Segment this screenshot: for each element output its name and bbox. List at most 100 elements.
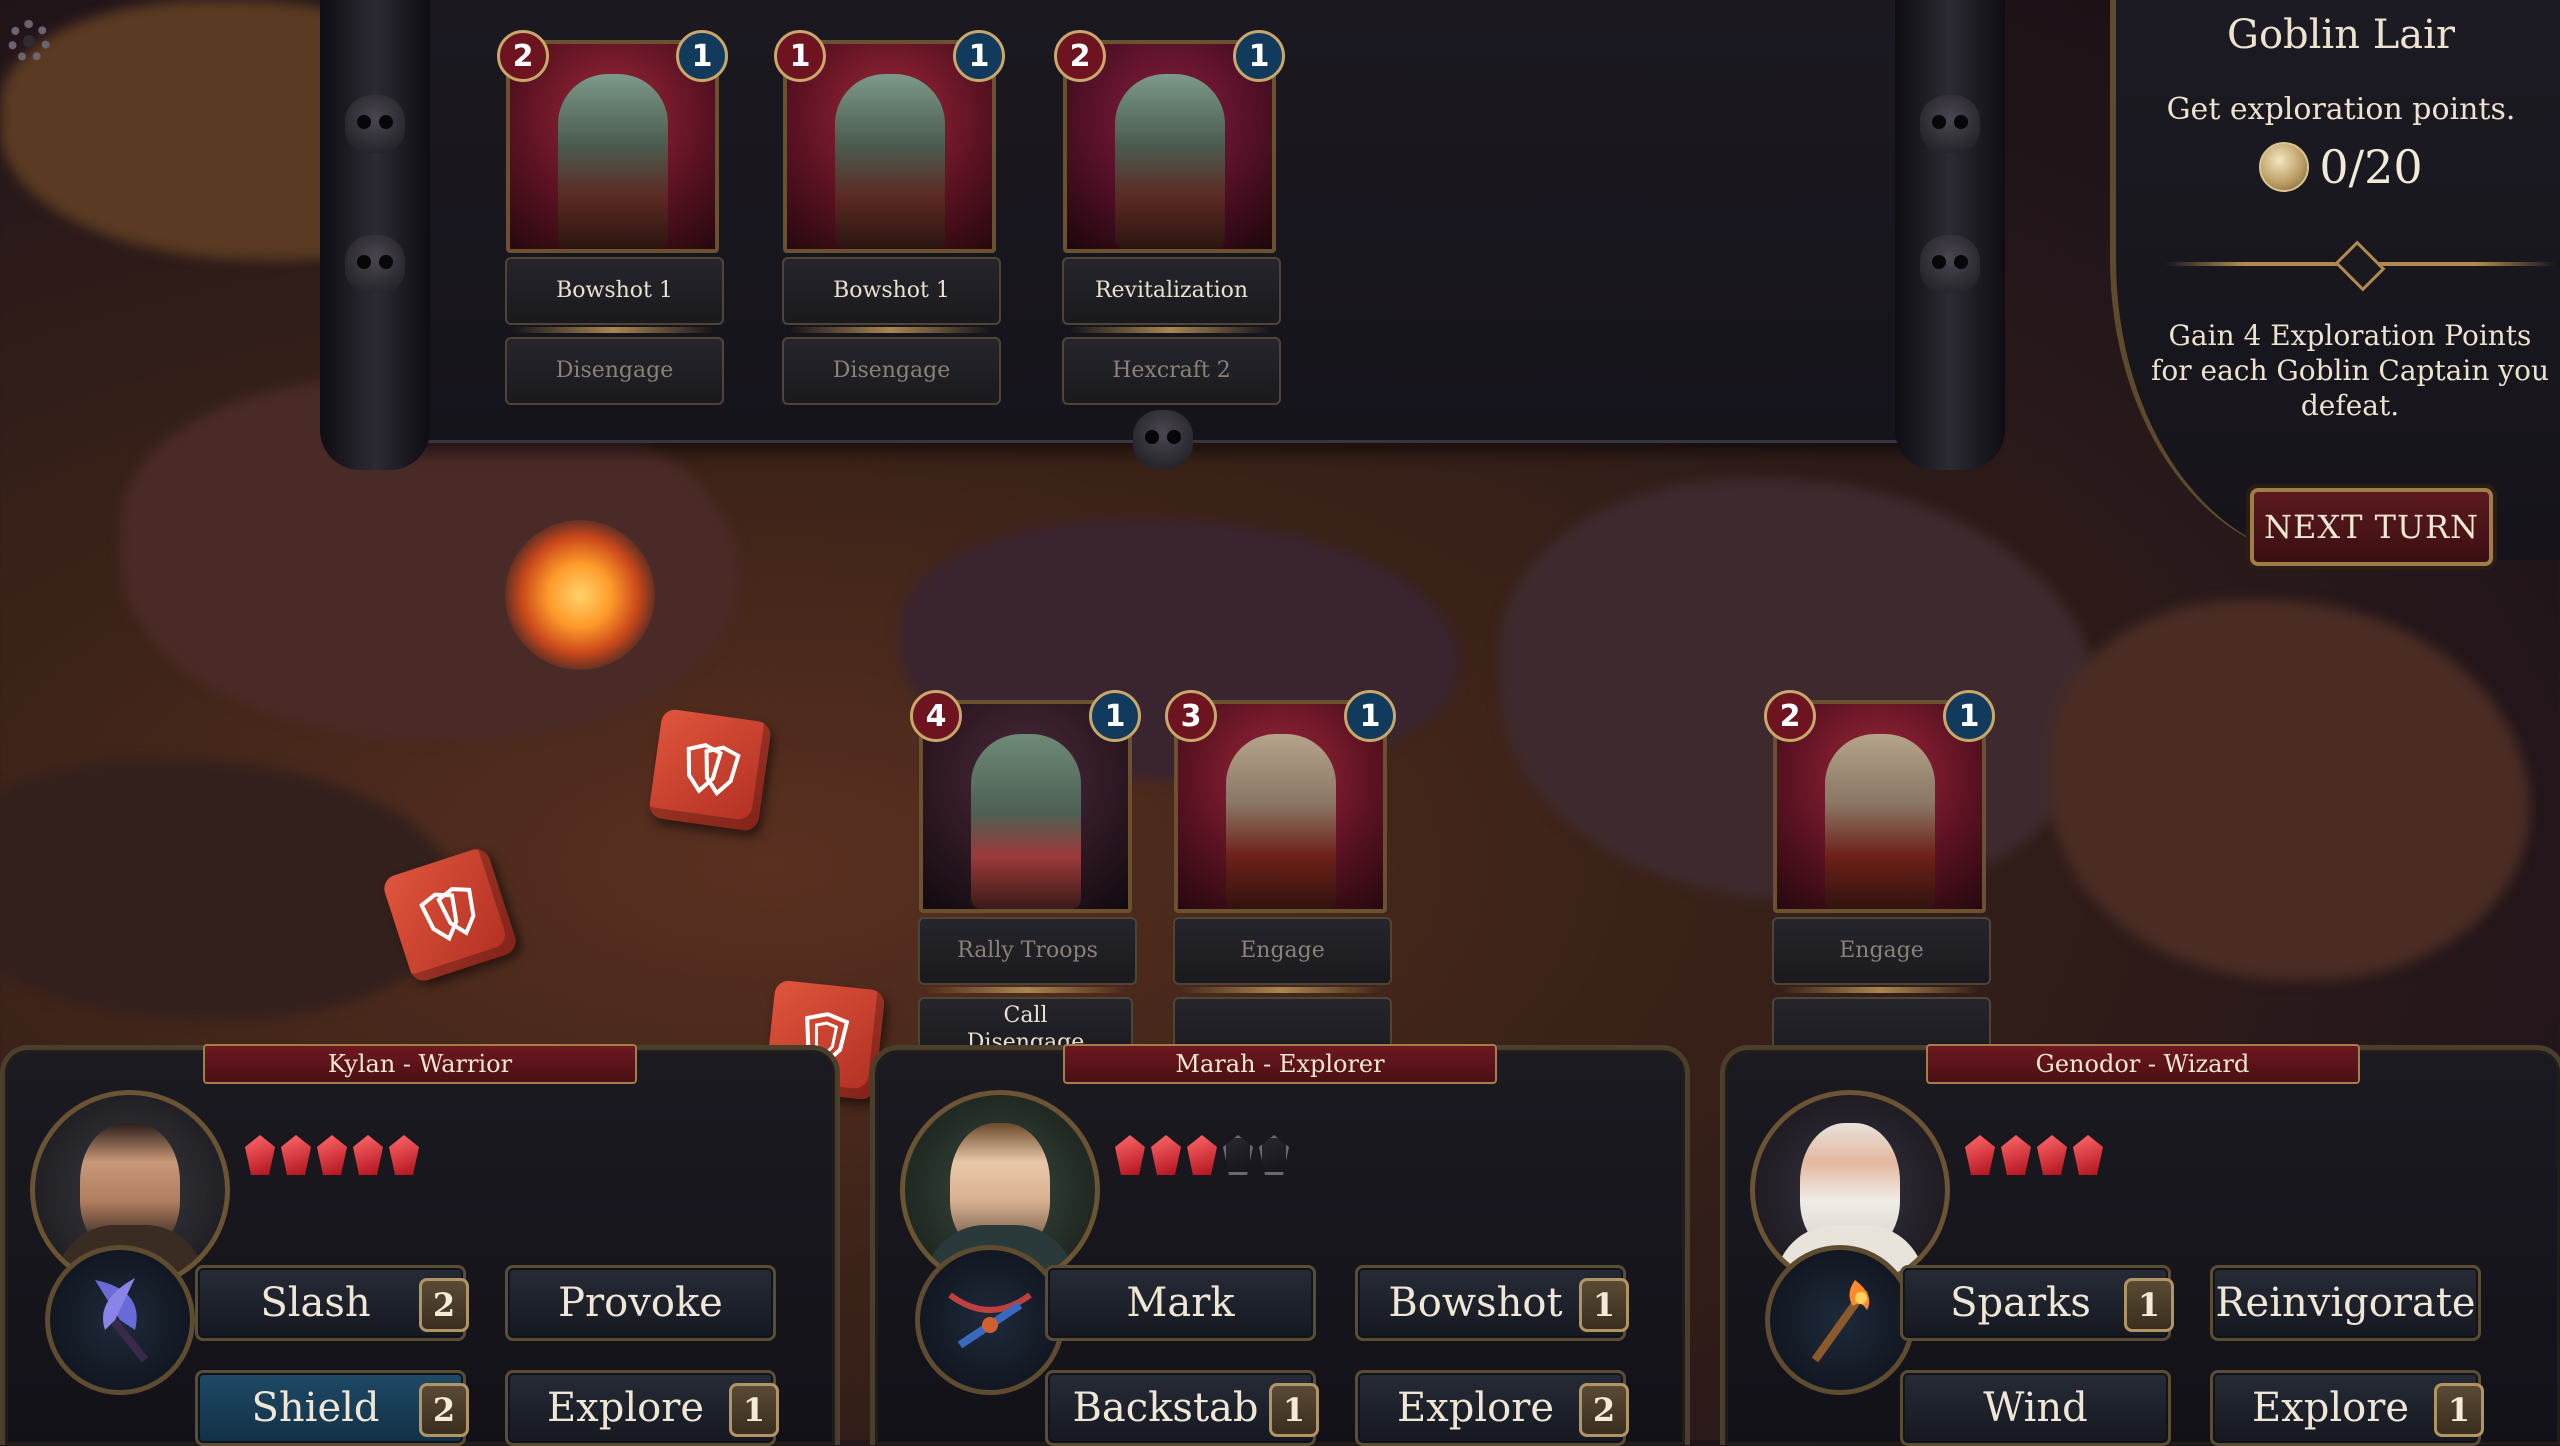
ability-explore-button[interactable]: Explore 2 — [1355, 1370, 1629, 1446]
engaged-enemy-card[interactable]: 3 1 Engage — [1165, 690, 1396, 1065]
health-bar — [245, 1135, 419, 1175]
ability-slash-button[interactable]: Slash 2 — [195, 1265, 469, 1341]
heart-icon — [2073, 1135, 2103, 1175]
skull-ornament — [1133, 410, 1193, 468]
skull-ornament — [1920, 235, 1980, 293]
ability-label: Provoke — [558, 1280, 723, 1326]
ability-label: Slash — [260, 1280, 371, 1326]
hero-panel-kylan: Kylan - Warrior Slash 2 Provoke Shield 2… — [0, 1044, 840, 1446]
axe-icon[interactable] — [45, 1245, 195, 1395]
empty-heart-icon — [1259, 1135, 1289, 1175]
engaged-enemy-card[interactable]: 2 1 Engage — [1764, 690, 1995, 1065]
heart-icon — [1965, 1135, 1995, 1175]
ability-cost: 1 — [729, 1383, 779, 1437]
ability-sparks-button[interactable]: Sparks 1 — [1900, 1265, 2174, 1341]
scenario-description: Gain 4 Exploration Points for each Gobli… — [2151, 319, 2549, 422]
enemy-card[interactable]: 1 1 Bowshot 1 Disengage — [774, 30, 1005, 405]
ability-cost: 2 — [1579, 1383, 1629, 1437]
scenario-title: Goblin Lair — [2226, 12, 2456, 58]
defense-badge: 1 — [1344, 690, 1396, 742]
ability-wind-button[interactable]: Wind — [1900, 1370, 2171, 1446]
skull-ornament — [1920, 95, 1980, 153]
ability-label: Bowshot — [1388, 1280, 1563, 1326]
heart-icon — [1115, 1135, 1145, 1175]
ability-cost: 1 — [2434, 1383, 2484, 1437]
hero-name: Kylan - Warrior — [203, 1044, 637, 1084]
enemy-action: Engage — [1772, 917, 1991, 985]
defense-badge: 1 — [1089, 690, 1141, 742]
settings-gear-icon[interactable] — [8, 20, 50, 62]
enemy-action: Engage — [1173, 917, 1392, 985]
ability-cost: 1 — [1579, 1278, 1629, 1332]
attack-badge: 2 — [1764, 690, 1816, 742]
enemy-action: Revitalization — [1062, 257, 1281, 325]
defense-badge: 1 — [953, 30, 1005, 82]
ability-bowshot-button[interactable]: Bowshot 1 — [1355, 1265, 1629, 1341]
enemy-action: Rally Troops — [918, 917, 1137, 985]
campfire — [505, 520, 655, 670]
enemy-card[interactable]: 2 1 Revitalization Hexcraft 2 — [1054, 30, 1285, 405]
attack-badge: 4 — [910, 690, 962, 742]
heart-icon — [1187, 1135, 1217, 1175]
exploration-progress: 0/20 — [2319, 140, 2423, 194]
ability-mark-button[interactable]: Mark — [1045, 1265, 1316, 1341]
ability-shield-button[interactable]: Shield 2 — [195, 1370, 469, 1446]
ability-explore-button[interactable]: Explore 1 — [505, 1370, 779, 1446]
double-shield-icon — [686, 743, 741, 797]
exploration-counter: 0/20 — [2116, 140, 2560, 194]
skull-ornament — [345, 95, 405, 153]
heart-icon — [389, 1135, 419, 1175]
ability-label: Explore — [1396, 1385, 1555, 1431]
enemy-card[interactable]: 2 1 Bowshot 1 Disengage — [497, 30, 728, 405]
defense-badge: 1 — [676, 30, 728, 82]
fire-staff-icon[interactable] — [1765, 1245, 1915, 1395]
ability-cost: 1 — [2124, 1278, 2174, 1332]
enemy-next-action: Disengage — [782, 337, 1001, 405]
engaged-enemy-card[interactable]: 4 1 Rally Troops Call Disengage — [910, 690, 1141, 1061]
die-double-shield[interactable] — [647, 707, 773, 833]
ability-label: Backstab — [1072, 1385, 1259, 1431]
ability-cost: 2 — [419, 1278, 469, 1332]
next-turn-button[interactable]: NEXT TURN — [2250, 488, 2493, 566]
ability-cost: 2 — [419, 1383, 469, 1437]
ability-reinvigorate-button[interactable]: Reinvigorate — [2210, 1265, 2481, 1341]
attack-badge: 2 — [497, 30, 549, 82]
heart-icon — [245, 1135, 275, 1175]
ability-label: Explore — [2251, 1385, 2410, 1431]
enemy-action: Bowshot 1 — [782, 257, 1001, 325]
hero-name: Marah - Explorer — [1063, 1044, 1497, 1084]
hero-panel-marah: Marah - Explorer Mark Bowshot 1 Backstab… — [870, 1044, 1690, 1446]
heart-icon — [281, 1135, 311, 1175]
objective-panel: Goblin Lair Get exploration points. 0/20 — [2110, 0, 2560, 560]
skull-ornament — [345, 235, 405, 293]
ability-cost: 1 — [1269, 1383, 1319, 1437]
ability-label: Explore — [546, 1385, 705, 1431]
ability-provoke-button[interactable]: Provoke — [505, 1265, 776, 1341]
attack-badge: 1 — [774, 30, 826, 82]
defense-badge: 1 — [1233, 30, 1285, 82]
health-bar — [1965, 1135, 2103, 1175]
enemy-action: Bowshot 1 — [505, 257, 724, 325]
enemy-next-action: Disengage — [505, 337, 724, 405]
heart-icon — [2037, 1135, 2067, 1175]
defense-badge: 1 — [1943, 690, 1995, 742]
ability-label: Reinvigorate — [2215, 1280, 2476, 1326]
heart-icon — [2001, 1135, 2031, 1175]
exploration-coin-icon — [2259, 142, 2310, 192]
ability-explore-button[interactable]: Explore 1 — [2210, 1370, 2484, 1446]
enemy-next-action: Hexcraft 2 — [1062, 337, 1281, 405]
double-shield-icon — [419, 887, 476, 942]
hero-panel-genodor: Genodor - Wizard Sparks 1 Reinvigorate W… — [1720, 1044, 2560, 1446]
hero-name: Genodor - Wizard — [1925, 1044, 2360, 1084]
ability-backstab-button[interactable]: Backstab 1 — [1045, 1370, 1319, 1446]
ability-label: Sparks — [1950, 1280, 2091, 1326]
heart-icon — [317, 1135, 347, 1175]
empty-heart-icon — [1223, 1135, 1253, 1175]
crossbow-icon[interactable] — [915, 1245, 1065, 1395]
heart-icon — [353, 1135, 383, 1175]
health-bar — [1115, 1135, 1289, 1175]
attack-badge: 2 — [1054, 30, 1106, 82]
ability-label: Mark — [1126, 1280, 1235, 1326]
ability-label: Wind — [1983, 1385, 2088, 1431]
heart-icon — [1151, 1135, 1181, 1175]
